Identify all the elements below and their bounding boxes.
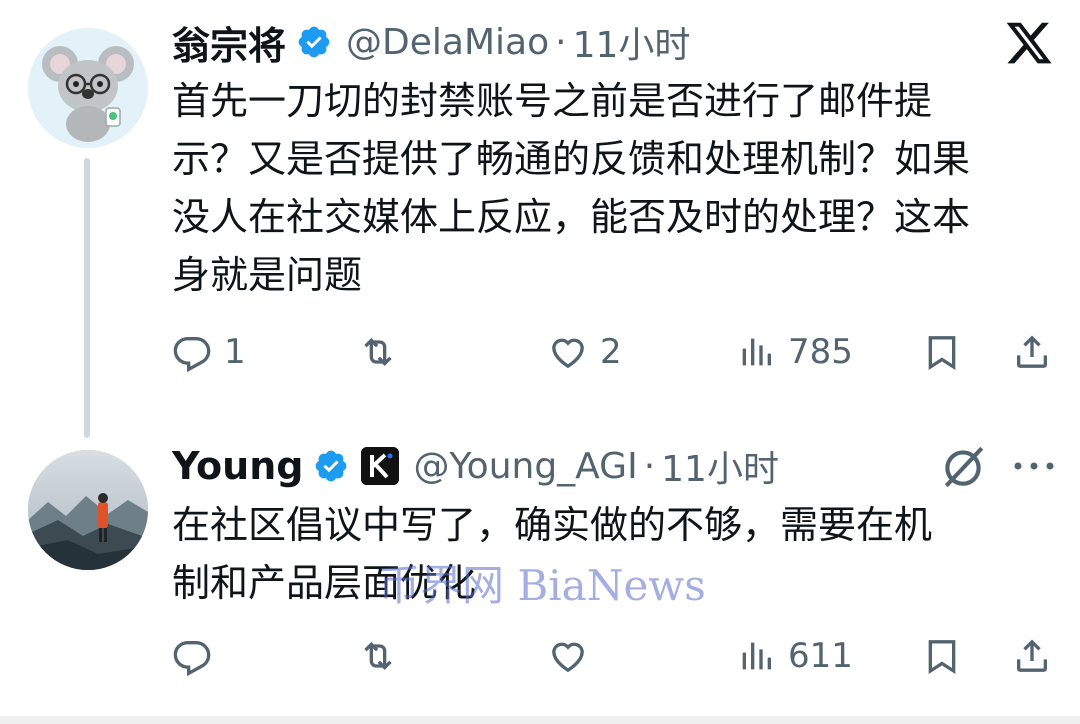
tweet-text-line: 身就是问题: [172, 253, 363, 297]
reply-icon: [173, 337, 211, 372]
avatar[interactable]: [28, 450, 148, 570]
repost-button[interactable]: [358, 322, 410, 382]
tweet-text-line: 示？又是否提供了畅通的反馈和处理机制？如果: [172, 137, 971, 181]
author-name[interactable]: 翁宗将: [172, 15, 286, 70]
tweet-text-line: 没人在社交媒体上反应，能否及时的处理？这本: [172, 195, 971, 239]
share-icon: [1017, 639, 1047, 672]
koala-avatar-illustration: [28, 28, 148, 148]
more-icon[interactable]: [1010, 460, 1058, 472]
views-icon: [742, 338, 771, 366]
like-icon: [552, 338, 584, 369]
like-button[interactable]: 2: [548, 322, 622, 382]
like-button[interactable]: [548, 626, 600, 686]
mountain-photo-avatar: [28, 450, 148, 570]
bottom-divider: [0, 716, 1080, 724]
views-icon: [742, 642, 771, 670]
timestamp[interactable]: 11小时: [573, 16, 691, 68]
reply-button[interactable]: [172, 626, 224, 686]
avatar[interactable]: [28, 28, 148, 148]
verified-badge-icon[interactable]: [296, 24, 332, 60]
author-handle[interactable]: @Young_AGI: [413, 446, 637, 487]
watermark: 币界网 BiaNews: [378, 561, 706, 610]
x-logo-icon[interactable]: [1004, 18, 1054, 68]
tweet-header: Young @Young_AGI · 11小时: [172, 442, 779, 490]
author-handle[interactable]: @DelaMiao: [346, 22, 549, 63]
action-bar: 1 2 785: [0, 322, 1080, 382]
like-count: 2: [600, 332, 622, 372]
views-count: 611: [788, 636, 853, 676]
action-bar: 611: [0, 626, 1080, 686]
reply-count: 1: [224, 332, 246, 372]
tweet-text-line: 在社区倡议中写了，确实做的不够，需要在机: [172, 503, 933, 547]
bookmark-icon: [928, 640, 956, 675]
k-logo-icon: [361, 447, 400, 485]
verified-badge-icon[interactable]: [313, 448, 349, 484]
reply-button[interactable]: 1: [172, 322, 246, 382]
bookmark-icon: [928, 336, 956, 371]
repost-icon: [364, 641, 392, 671]
tweet-delamiao[interactable]: 翁宗将 @DelaMiao · 11小时 首先一刀切的封禁账号之前是否进行了邮件…: [0, 0, 1080, 438]
tweet-text: 首先一刀切的封禁账号之前是否进行了邮件提 示？又是否提供了畅通的反馈和处理机制？…: [172, 72, 1032, 304]
repost-icon: [364, 337, 392, 367]
bookmark-button[interactable]: [922, 322, 962, 382]
repost-button[interactable]: [358, 626, 410, 686]
thread-connector-line: [84, 158, 90, 438]
share-icon: [1017, 335, 1047, 368]
author-name[interactable]: Young: [172, 444, 303, 488]
tweet-text-line: 首先一刀切的封禁账号之前是否进行了邮件提: [172, 79, 933, 123]
grok-icon[interactable]: [938, 442, 988, 492]
views-count: 785: [788, 332, 853, 372]
share-button[interactable]: [1012, 322, 1052, 382]
timestamp[interactable]: 11小时: [661, 440, 779, 492]
tweet-header: 翁宗将 @DelaMiao · 11小时: [172, 16, 691, 68]
reply-icon: [173, 641, 211, 676]
views-button[interactable]: 611: [736, 626, 853, 686]
affiliation-badge-icon[interactable]: [361, 447, 400, 485]
share-button[interactable]: [1012, 626, 1052, 686]
views-button[interactable]: 785: [736, 322, 853, 382]
bookmark-button[interactable]: [922, 626, 962, 686]
separator-dot: ·: [555, 21, 567, 63]
separator-dot: ·: [643, 445, 656, 487]
like-icon: [552, 642, 584, 673]
